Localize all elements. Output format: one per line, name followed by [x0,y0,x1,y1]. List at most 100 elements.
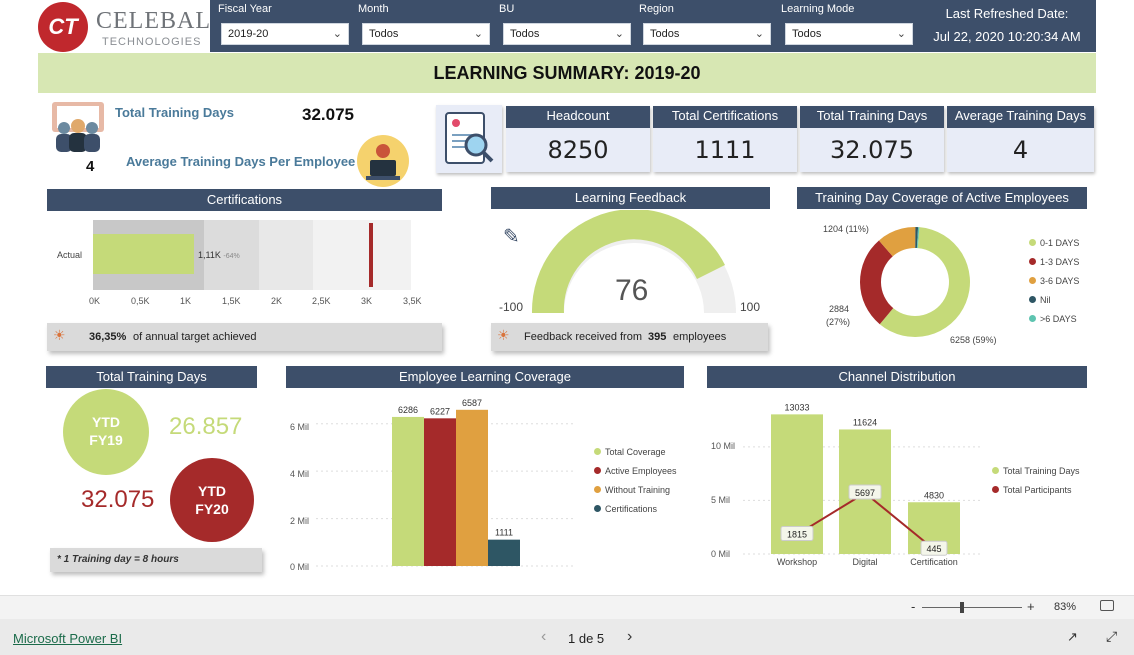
legend-swatch [992,467,999,474]
next-page-icon[interactable]: › [627,628,632,646]
legend-swatch [1029,239,1036,246]
learning-coverage-bars: 6286 6227 6587 1111 [316,398,576,567]
kpi-value: 8250 [547,136,609,164]
ch-line-label: 1815 [787,530,807,540]
kpi-total-training-days: Total Training Days 32.075 [800,106,944,172]
filter-label: Region [639,3,674,15]
chevron-down-icon: ⌄ [896,28,906,40]
feedback-note-prefix: Feedback received from [524,331,642,343]
cert-bar-label: 1,11K -64% [198,250,240,260]
legend-item: >6 DAYS [1029,314,1079,333]
legend-swatch [594,467,601,474]
filter-bu: BU Todos ⌄ [499,3,631,45]
cert-target-text: of annual target achieved [133,331,257,343]
channel-bars: 13033 Workshop 11624 Digital 4830 Certificati… [743,402,983,567]
page-title-bar: LEARNING SUMMARY: 2019-20 [38,53,1096,93]
refresh-value: Jul 22, 2020 10:20:34 AM [933,29,1081,44]
feedback-min: -100 [499,300,524,314]
lc-bar-label: 1111 [495,528,513,538]
lightbulb-icon: ☀ [53,327,66,343]
cert-row-label: Actual [57,250,83,260]
filter-learning-mode: Learning Mode Todos ⌄ [781,3,916,45]
ch-bar-label: 13033 [784,402,809,412]
legend-item: Total Training Days [992,466,1080,485]
month-dropdown[interactable]: Todos ⌄ [362,23,490,45]
ytd-fy20-value: 32.075 [81,486,155,513]
filter-label: BU [499,3,515,15]
cert-bar-value: 1,11K [198,250,221,260]
lc-bar-label: 6286 [398,405,418,415]
filter-fiscal-year: Fiscal Year 2019-20 ⌄ [218,3,349,45]
dropdown-value: 2019-20 [228,28,269,40]
kpi-value: 1111 [694,136,756,164]
legend-label: 0-1 DAYS [1040,238,1080,248]
filter-label: Fiscal Year [218,3,272,15]
cert-tick: 3K [361,296,373,306]
feedback-note-box: ☀ Feedback received from 395 employees [491,323,768,351]
cert-range-band-3 [259,220,313,290]
page-indicator: 1 de 5 [568,631,605,646]
certifications-title: Certifications [47,189,442,211]
filter-label: Month [358,3,389,15]
legend-label: Total Participants [1003,485,1072,495]
bu-dropdown[interactable]: Todos ⌄ [503,23,631,45]
ch-y-tick: 5 Mil [711,495,731,505]
share-icon[interactable]: ↗ [1067,629,1078,645]
lc-bar [456,409,488,566]
cert-tick: 3,5K [403,296,422,306]
legend-swatch [1029,277,1036,284]
lc-bar-label: 6587 [462,398,482,408]
power-bi-link[interactable]: Microsoft Power BI [13,631,122,646]
donut-slice [860,240,894,325]
avg-training-days-label: Average Training Days Per Employee [126,154,356,169]
zoom-in-button[interactable]: + [1027,599,1035,614]
legend-label: Without Training [605,485,671,495]
cert-range-band-4 [313,220,411,290]
total-training-days-label: Total Training Days [115,105,234,120]
legend-swatch [1029,296,1036,303]
legend-label: 1-3 DAYS [1040,257,1080,267]
footer-bar: Microsoft Power BI ‹ 1 de 5 › ↗ ⤢ [0,619,1134,655]
cert-target-pct: 36,35% [89,331,127,343]
fit-to-page-icon[interactable] [1100,600,1114,611]
kpi-value: 4 [1012,136,1029,164]
training-day-note-text: * 1 Training day = 8 hours [57,554,179,565]
lc-y-tick: 4 Mil [290,469,310,479]
kpi-title: Total Training Days [816,108,928,123]
zoom-out-button[interactable]: - [911,599,915,614]
channel-chart: 10 Mil 5 Mil 0 Mil 13033 Workshop 11624 Dig… [707,390,1087,580]
kpi-average-training-days: Average Training Days 4 [947,106,1094,172]
logo-main-text: CELEBAL [96,8,211,34]
ch-category-label: Digital [852,557,877,567]
ch-y-tick: 0 Mil [711,549,731,559]
zoom-slider[interactable] [922,602,1022,613]
lc-legend: Total Coverage Active Employees Without … [594,447,677,523]
zoom-slider-thumb[interactable] [960,602,964,613]
legend-item: Total Coverage [594,447,677,466]
ytd-fy19-circle: YTD FY19 [63,389,149,475]
feedback-note-suffix: employees [673,331,727,343]
ch-category-label: Certification [910,557,958,567]
legend-swatch [594,448,601,455]
learning-mode-dropdown[interactable]: Todos ⌄ [785,23,913,45]
legend-swatch [594,486,601,493]
fiscal-year-dropdown[interactable]: 2019-20 ⌄ [221,23,349,45]
cert-tick: 2,5K [312,296,331,306]
chevron-down-icon: ⌄ [332,28,342,40]
prev-page-icon[interactable]: ‹ [541,628,546,646]
ch-y-tick: 10 Mil [711,441,736,451]
cert-tick: 0K [89,296,101,306]
region-dropdown[interactable]: Todos ⌄ [643,23,771,45]
legend-label: >6 DAYS [1040,314,1077,324]
logo: CT CELEBAL TECHNOLOGIES [38,2,211,52]
employee-laptop-icon [357,135,409,187]
ytd-fy19-line1: YTD [92,414,120,430]
legend-swatch [594,505,601,512]
training-people-icon [52,102,104,152]
kpi-title: Average Training Days [954,108,1087,123]
kpi-total-certifications: Total Certifications 1111 [653,106,797,172]
lc-y-tick: 6 Mil [290,422,310,432]
legend-swatch [1029,315,1036,322]
lc-bar [488,539,520,566]
fullscreen-icon[interactable]: ⤢ [1106,628,1117,645]
